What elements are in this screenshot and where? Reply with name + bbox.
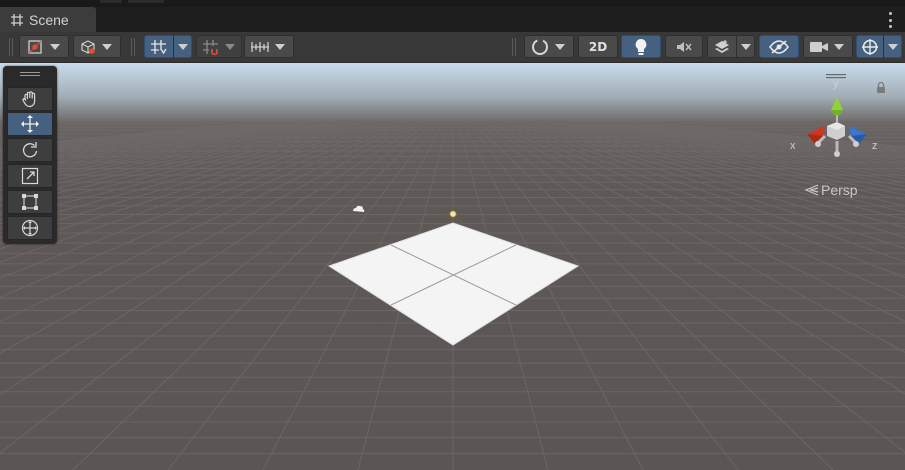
rect-transform-icon <box>22 194 38 210</box>
more-options-icon[interactable] <box>883 12 897 28</box>
projection-toggle[interactable]: Persp <box>805 182 858 198</box>
scene-viewport[interactable] <box>0 63 905 470</box>
window-top-strip <box>0 0 905 7</box>
tab-label: Scene <box>29 11 69 28</box>
chevron-down-icon <box>178 43 188 50</box>
2d-toggle-label: 2D <box>588 39 608 54</box>
gizmo-cube[interactable] <box>807 97 867 157</box>
y-axis-label: y <box>833 78 839 90</box>
draw-mode-icon <box>74 39 102 55</box>
chevron-down-icon <box>50 43 60 50</box>
increment-snap-button[interactable] <box>196 35 242 58</box>
scene-toolbar: 2D <box>0 32 905 63</box>
rotate-tool-button[interactable] <box>7 138 53 162</box>
scale-icon <box>21 167 39 185</box>
chevron-down-icon <box>102 43 112 50</box>
x-axis-label: x <box>790 140 796 152</box>
transform-tool-button[interactable] <box>7 216 53 240</box>
chevron-down-icon <box>275 43 285 50</box>
gizmo-menu-icon[interactable] <box>826 66 905 79</box>
chevron-down-icon <box>741 43 751 50</box>
grid-icon <box>11 13 23 26</box>
shading-mode-button[interactable] <box>524 35 574 58</box>
gizmos-icon <box>857 38 883 56</box>
chevron-down-icon <box>834 43 844 50</box>
audio-mute-icon <box>675 39 693 55</box>
gizmos-button[interactable] <box>856 35 902 58</box>
snap-ruler-icon <box>245 40 275 54</box>
lighting-icon <box>634 38 648 56</box>
lighting-toggle-button[interactable] <box>621 35 661 58</box>
rect-tool-button[interactable] <box>7 190 53 214</box>
draw-mode-button[interactable] <box>73 35 121 58</box>
tab-scene[interactable]: Scene <box>0 7 96 32</box>
top-strip-tab <box>128 0 164 3</box>
shading-icon <box>525 38 555 56</box>
toolbar-grip[interactable] <box>512 38 518 56</box>
camera-settings-button[interactable] <box>803 35 853 58</box>
chevron-down-icon <box>888 43 898 50</box>
tool-panel-handle[interactable] <box>20 72 40 77</box>
gizmo-tool-button[interactable] <box>19 35 69 58</box>
effects-icon <box>708 39 736 55</box>
2d-toggle-button[interactable]: 2D <box>578 35 618 58</box>
gizmo-tool-icon <box>20 39 50 55</box>
audio-toggle-button[interactable] <box>665 35 703 58</box>
tool-panel <box>3 66 57 244</box>
grid-snap-icon <box>145 39 173 55</box>
move-icon <box>21 115 39 133</box>
camera-icon <box>804 40 834 54</box>
scene-background <box>0 63 905 470</box>
scale-tool-button[interactable] <box>7 164 53 188</box>
chevron-down-icon <box>555 43 565 50</box>
hand-icon <box>22 91 36 108</box>
z-axis-label: z <box>872 140 878 152</box>
hand-tool-button[interactable] <box>7 87 53 111</box>
scene-visibility-icon <box>768 39 790 55</box>
toolbar-grip[interactable] <box>9 38 15 56</box>
top-strip-tab <box>100 0 122 3</box>
grid-snap-button[interactable] <box>144 35 192 58</box>
tab-bar: Scene <box>0 7 905 32</box>
scene-visibility-button[interactable] <box>759 35 799 58</box>
effects-button[interactable] <box>707 35 755 58</box>
move-tool-button[interactable] <box>7 112 53 136</box>
transform-icon <box>21 219 39 237</box>
increment-snap-icon <box>197 39 225 55</box>
toolbar-grip[interactable] <box>131 38 137 56</box>
chevron-down-icon <box>225 43 235 50</box>
snap-ruler-button[interactable] <box>244 35 294 58</box>
perspective-icon <box>805 184 819 196</box>
rotate-icon <box>22 142 38 158</box>
projection-label: Persp <box>821 182 858 198</box>
